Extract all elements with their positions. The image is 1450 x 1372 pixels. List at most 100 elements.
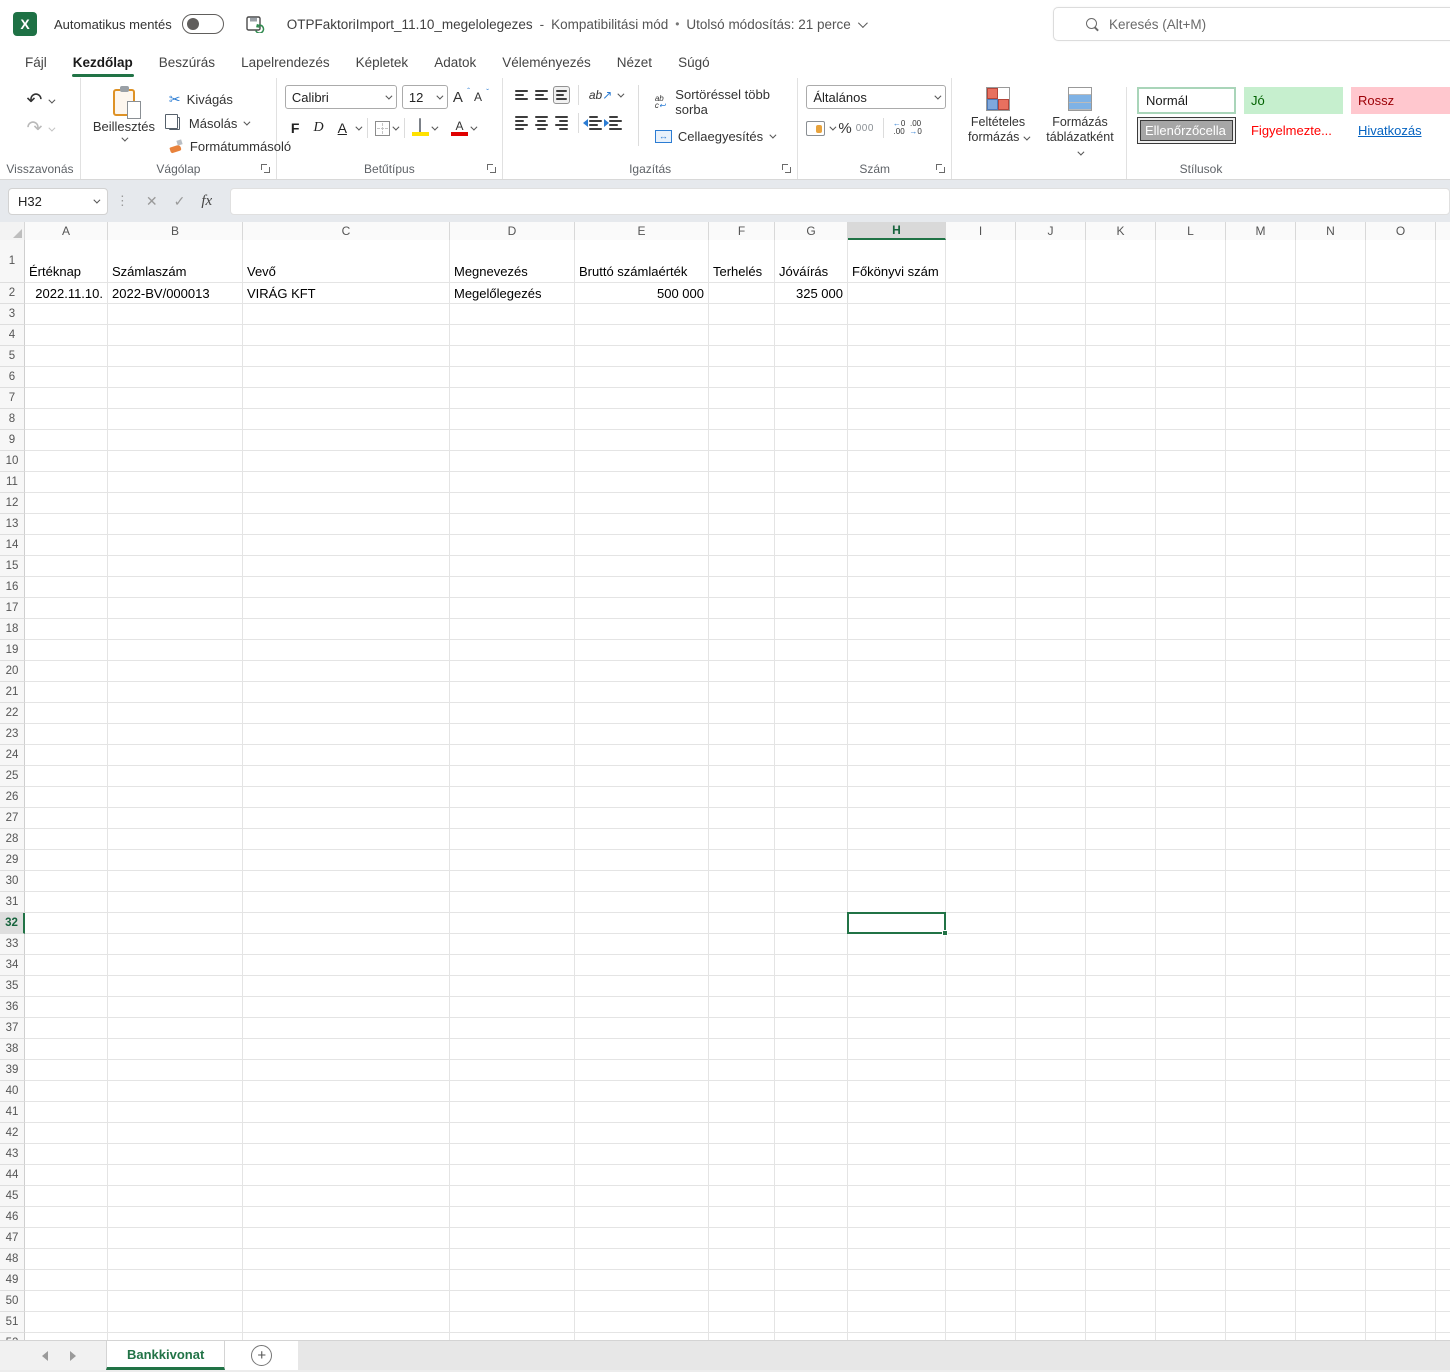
cell-M39[interactable] [1226,1060,1296,1081]
cell-N26[interactable] [1296,787,1366,808]
cell-P31[interactable] [1436,892,1450,913]
cell-L28[interactable] [1156,829,1226,850]
decrease-indent-icon[interactable] [587,113,604,133]
cell-J27[interactable] [1016,808,1086,829]
row-header-50[interactable]: 50 [0,1291,25,1312]
cell-B7[interactable] [108,388,243,409]
cell-P35[interactable] [1436,976,1450,997]
cell-G34[interactable] [775,955,848,976]
row-header-45[interactable]: 45 [0,1186,25,1207]
cell-F52[interactable] [709,1333,775,1340]
tab-beszúrás[interactable]: Beszúrás [146,50,228,77]
cell-K15[interactable] [1086,556,1156,577]
cell-L40[interactable] [1156,1081,1226,1102]
cell-N44[interactable] [1296,1165,1366,1186]
cell-F11[interactable] [709,472,775,493]
cell-N38[interactable] [1296,1039,1366,1060]
cell-G23[interactable] [775,724,848,745]
increase-indent-icon[interactable] [607,113,624,133]
cell-M1[interactable] [1226,240,1296,283]
cell-E48[interactable] [575,1249,709,1270]
cell-N18[interactable] [1296,619,1366,640]
cell-L47[interactable] [1156,1228,1226,1249]
cell-K44[interactable] [1086,1165,1156,1186]
cell-M41[interactable] [1226,1102,1296,1123]
column-header-H[interactable]: H [848,222,946,240]
cell-A29[interactable] [25,850,108,871]
cell-J3[interactable] [1016,304,1086,325]
cell-A17[interactable] [25,598,108,619]
cell-O51[interactable] [1366,1312,1436,1333]
cell-O21[interactable] [1366,682,1436,703]
cell-F50[interactable] [709,1291,775,1312]
cell-I36[interactable] [946,997,1016,1018]
cell-I1[interactable] [946,240,1016,283]
cell-J9[interactable] [1016,430,1086,451]
cell-N37[interactable] [1296,1018,1366,1039]
cell-O36[interactable] [1366,997,1436,1018]
cell-J30[interactable] [1016,871,1086,892]
cell-L51[interactable] [1156,1312,1226,1333]
cell-K24[interactable] [1086,745,1156,766]
cell-D46[interactable] [450,1207,575,1228]
cell-E2[interactable]: 500 000 [575,283,709,304]
cell-E24[interactable] [575,745,709,766]
cell-D52[interactable] [450,1333,575,1340]
row-header-46[interactable]: 46 [0,1207,25,1228]
cell-K20[interactable] [1086,661,1156,682]
cell-E29[interactable] [575,850,709,871]
cell-P19[interactable] [1436,640,1450,661]
cell-K48[interactable] [1086,1249,1156,1270]
cell-F23[interactable] [709,724,775,745]
cell-E10[interactable] [575,451,709,472]
grow-font-button[interactable]: Aˆ [453,89,469,106]
align-center-icon[interactable] [533,113,550,133]
cell-D27[interactable] [450,808,575,829]
cell-A21[interactable] [25,682,108,703]
cell-L2[interactable] [1156,283,1226,304]
cell-J46[interactable] [1016,1207,1086,1228]
cell-D32[interactable] [450,913,575,934]
cell-E46[interactable] [575,1207,709,1228]
cell-M4[interactable] [1226,325,1296,346]
wrap-text-button[interactable]: abc↩ Sortöréssel több sorba [651,85,798,119]
cell-H38[interactable] [848,1039,946,1060]
shrink-font-button[interactable]: Aˇ [474,90,488,104]
column-header-N[interactable]: N [1296,222,1366,240]
cell-L29[interactable] [1156,850,1226,871]
merge-cells-button[interactable]: ↔ Cellaegyesítés [651,127,798,146]
cell-N15[interactable] [1296,556,1366,577]
cell-O5[interactable] [1366,346,1436,367]
cell-P50[interactable] [1436,1291,1450,1312]
cell-P20[interactable] [1436,661,1450,682]
cell-G47[interactable] [775,1228,848,1249]
cell-I42[interactable] [946,1123,1016,1144]
cell-D19[interactable] [450,640,575,661]
cell-A13[interactable] [25,514,108,535]
column-header-P[interactable]: P [1436,222,1450,240]
cell-F30[interactable] [709,871,775,892]
cell-O39[interactable] [1366,1060,1436,1081]
cell-C3[interactable] [243,304,450,325]
cell-A39[interactable] [25,1060,108,1081]
redo-button[interactable]: ↷ [23,118,58,140]
cell-J50[interactable] [1016,1291,1086,1312]
cell-H11[interactable] [848,472,946,493]
cell-C12[interactable] [243,493,450,514]
cell-P38[interactable] [1436,1039,1450,1060]
cell-L42[interactable] [1156,1123,1226,1144]
cell-C34[interactable] [243,955,450,976]
cell-H45[interactable] [848,1186,946,1207]
cell-A22[interactable] [25,703,108,724]
row-header-42[interactable]: 42 [0,1123,25,1144]
cell-C11[interactable] [243,472,450,493]
cell-A9[interactable] [25,430,108,451]
cell-C41[interactable] [243,1102,450,1123]
cell-P32[interactable] [1436,913,1450,934]
cell-F36[interactable] [709,997,775,1018]
cell-C8[interactable] [243,409,450,430]
cell-G22[interactable] [775,703,848,724]
cell-N30[interactable] [1296,871,1366,892]
cell-I38[interactable] [946,1039,1016,1060]
cell-M45[interactable] [1226,1186,1296,1207]
